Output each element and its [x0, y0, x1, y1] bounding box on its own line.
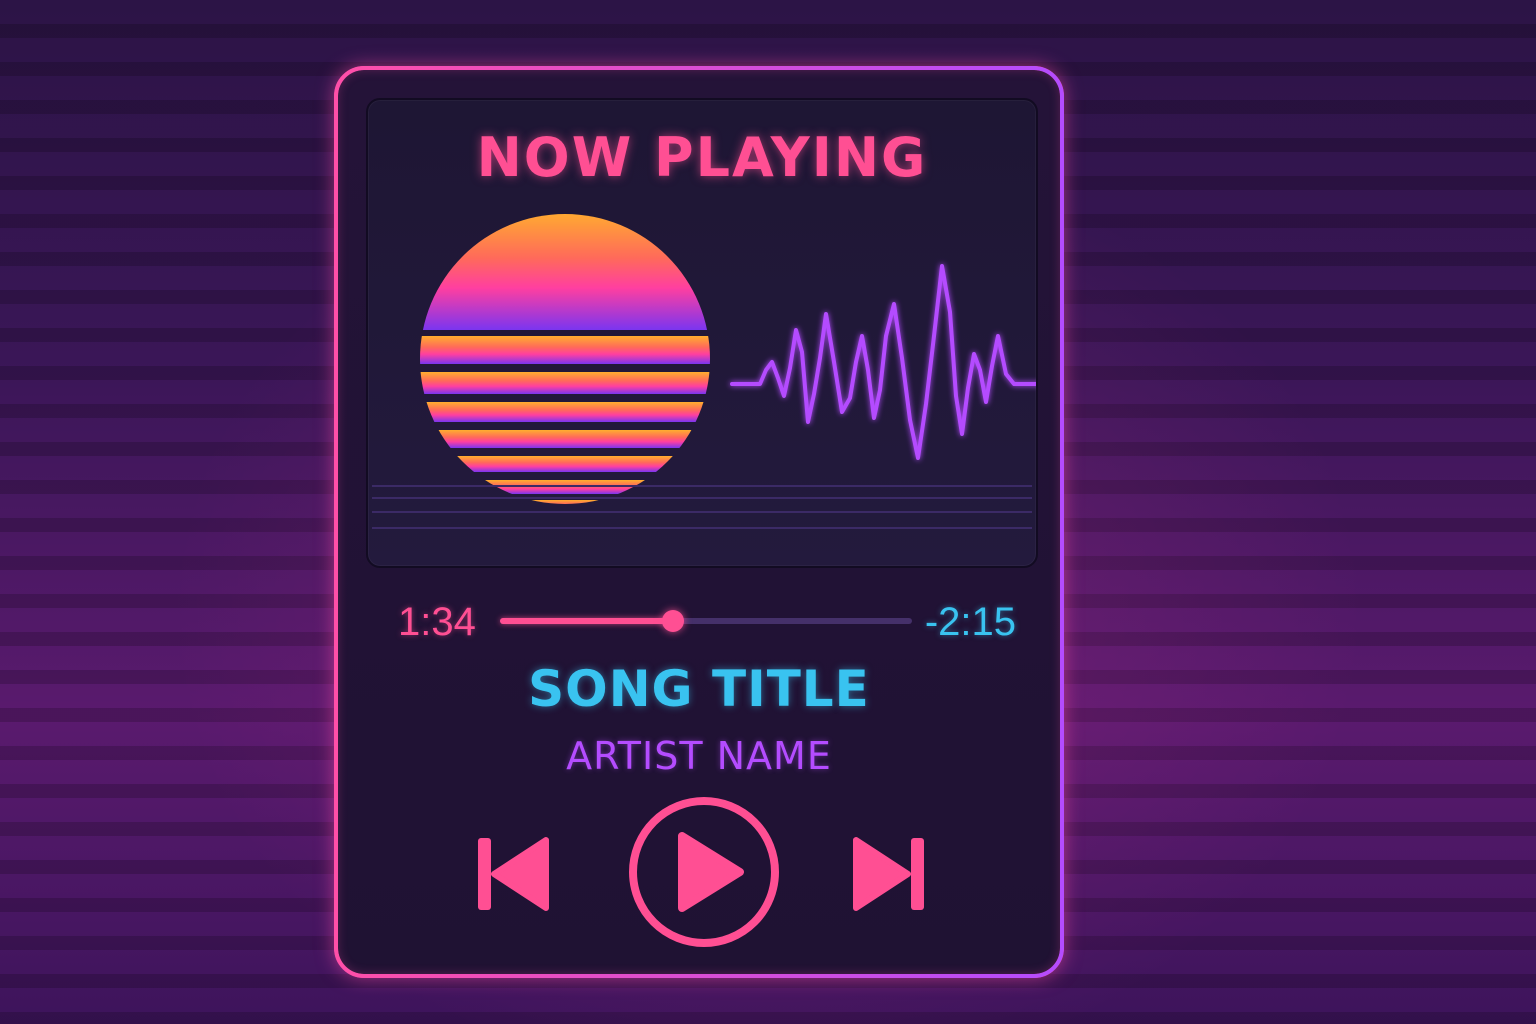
skip-next-icon — [853, 837, 924, 911]
previous-button[interactable] — [474, 834, 550, 914]
progress-thumb[interactable] — [662, 610, 685, 632]
next-button[interactable] — [852, 834, 928, 914]
play-icon — [629, 797, 779, 947]
album-art — [372, 214, 1036, 529]
artist-name: ARTIST NAME — [566, 734, 832, 778]
soundwave-icon — [730, 264, 1036, 460]
song-title: SONG TITLE — [528, 660, 870, 718]
sunset-sun-icon — [420, 214, 710, 504]
elapsed-time: 1:34 — [398, 600, 476, 644]
horizon-lines — [372, 485, 1032, 529]
progress-bar[interactable] — [500, 610, 912, 632]
progress-row: 1:34 -2:15 — [338, 598, 1060, 644]
progress-fill — [500, 618, 674, 624]
play-button[interactable] — [626, 794, 782, 950]
music-player-card: NOW PLAYING 1:34 -2:15 SONG TITLE ARTIST… — [334, 66, 1064, 978]
playback-controls — [338, 794, 1060, 954]
album-art-screen: NOW PLAYING — [366, 98, 1038, 568]
remaining-time: -2:15 — [924, 600, 1016, 644]
skip-previous-icon — [478, 837, 549, 911]
